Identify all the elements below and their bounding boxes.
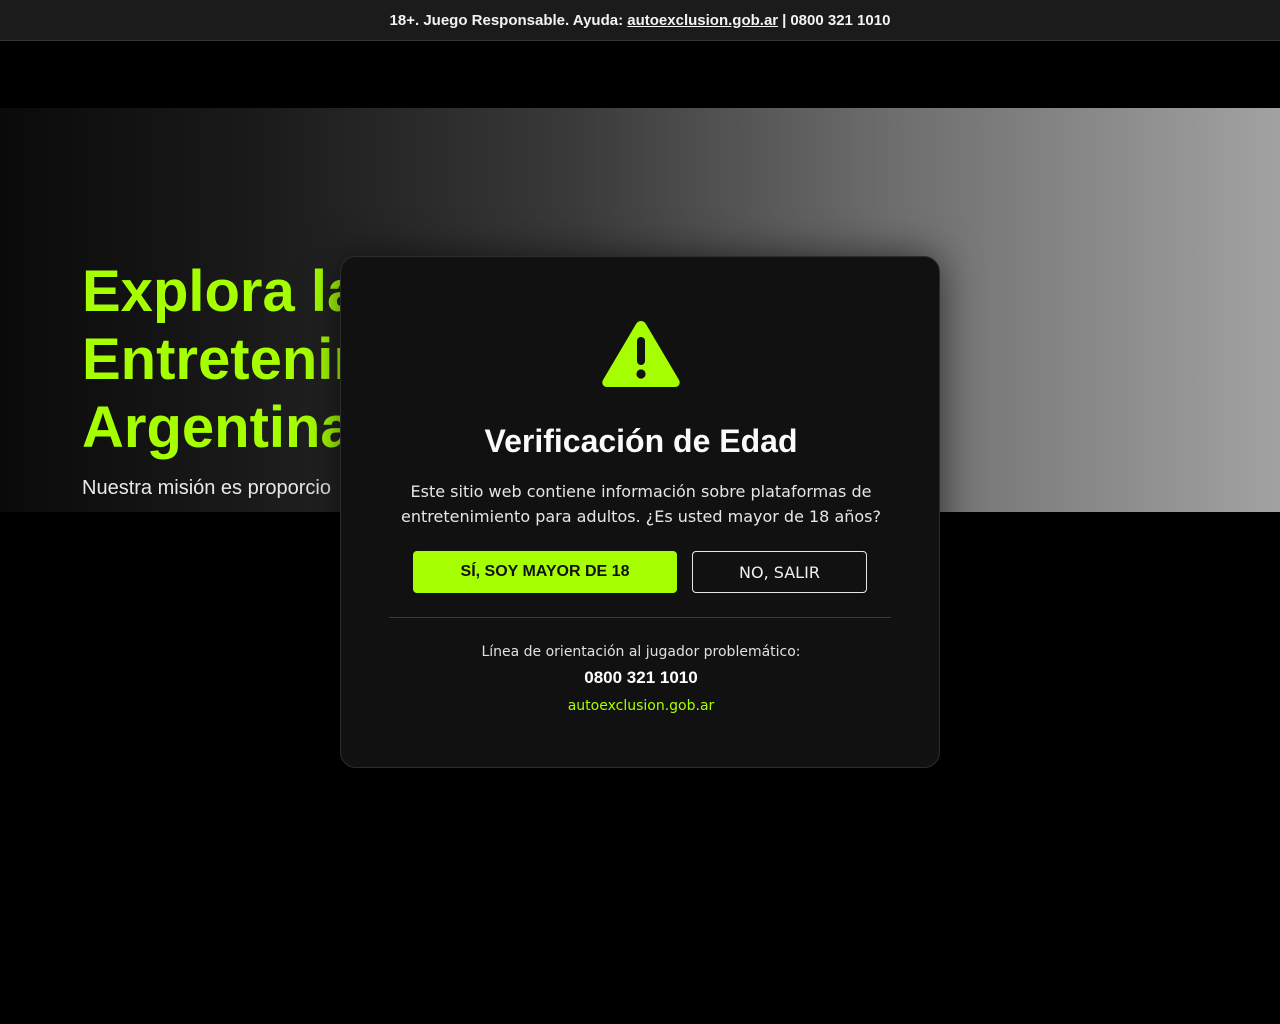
separator: | bbox=[782, 11, 787, 29]
exit-button[interactable]: NO, SALIR bbox=[692, 551, 867, 593]
modal-title: Verificación de Edad bbox=[484, 423, 798, 459]
responsible-gaming-text: 18+. Juego Responsable. Ayuda: bbox=[389, 11, 624, 29]
age-verification-modal: Verificación de Edad Este sitio web cont… bbox=[340, 256, 940, 768]
confirm-age-button[interactable]: SÍ, SOY MAYOR DE 18 bbox=[413, 551, 677, 593]
warning-triangle-icon bbox=[602, 321, 680, 387]
helpline-number: 0800 321 1010 bbox=[584, 668, 698, 687]
helpline-phone: 0800 321 1010 bbox=[790, 11, 891, 29]
autoexclusion-link[interactable]: autoexclusion.gob.ar bbox=[627, 12, 778, 29]
modal-description: Este sitio web contiene información sobr… bbox=[401, 482, 882, 526]
autoexclusion-modal-link[interactable]: autoexclusion.gob.ar bbox=[341, 698, 941, 714]
modal-divider bbox=[389, 617, 891, 618]
responsible-gaming-bar: 18+. Juego Responsable. Ayuda: autoexclu… bbox=[0, 0, 1280, 41]
helpline-label: Línea de orientación al jugador problemá… bbox=[481, 644, 801, 660]
hero-subtitle: Nuestra misión es proporcio bbox=[82, 477, 331, 499]
nav-bar bbox=[0, 41, 1280, 108]
